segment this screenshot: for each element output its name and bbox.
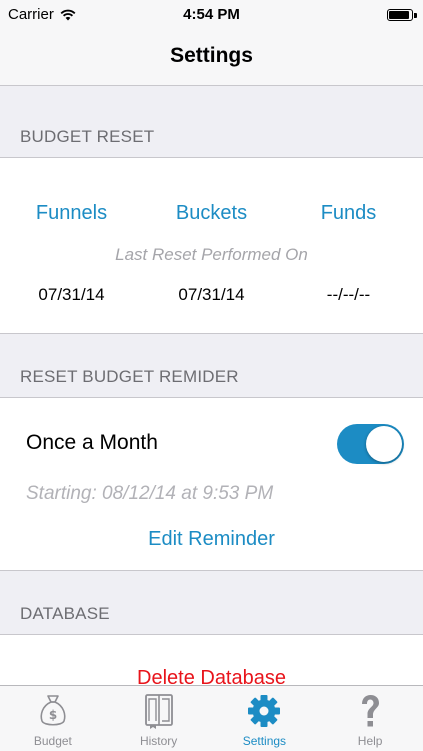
tab-bar: $ Budget History Settings Help	[0, 685, 423, 751]
tab-budget[interactable]: $ Budget	[0, 686, 106, 751]
page-title: Settings	[170, 44, 253, 67]
reminder-frequency-label: Once a Month	[26, 431, 158, 454]
tab-label: History	[139, 734, 178, 748]
database-header: DATABASE	[20, 604, 110, 623]
tab-history[interactable]: History	[106, 686, 212, 751]
question-mark-icon	[362, 695, 380, 727]
status-bar: Carrier 4:54 PM	[0, 0, 423, 30]
funnels-reset-date: 07/31/14	[38, 285, 105, 304]
tab-label: Budget	[33, 734, 72, 748]
tab-help[interactable]: Help	[317, 686, 423, 751]
funnels-button[interactable]: Funnels	[1, 202, 142, 225]
last-reset-caption: Last Reset Performed On	[115, 245, 308, 264]
reminder-header: RESET BUDGET REMIDER	[20, 367, 239, 386]
edit-reminder-button[interactable]: Edit Reminder	[0, 528, 423, 551]
budget-reset-panel: Funnels Buckets Funds Last Reset Perform…	[0, 157, 423, 334]
money-bag-icon: $	[40, 695, 66, 726]
buckets-button[interactable]: Buckets	[141, 202, 282, 225]
toggle-knob	[366, 426, 402, 462]
tab-label: Help	[357, 734, 383, 748]
status-time: 4:54 PM	[183, 6, 240, 23]
reminder-toggle[interactable]	[337, 424, 404, 464]
svg-text:$: $	[49, 708, 57, 722]
buckets-reset-date: 07/31/14	[178, 285, 245, 304]
book-icon	[144, 694, 173, 729]
reminder-start-text: Starting: 08/12/14 at 9:53 PM	[26, 483, 274, 504]
gear-icon	[248, 695, 281, 727]
tab-label: Settings	[242, 734, 287, 748]
funds-button[interactable]: Funds	[278, 202, 419, 225]
battery-level	[389, 11, 409, 19]
budget-reset-header: BUDGET RESET	[20, 127, 155, 146]
navigation-bar: Settings	[0, 30, 423, 86]
reminder-panel: Once a Month Starting: 08/12/14 at 9:53 …	[0, 397, 423, 571]
tab-settings[interactable]: Settings	[212, 686, 318, 751]
funds-reset-date: --/--/--	[326, 285, 371, 304]
battery-icon	[387, 9, 417, 21]
